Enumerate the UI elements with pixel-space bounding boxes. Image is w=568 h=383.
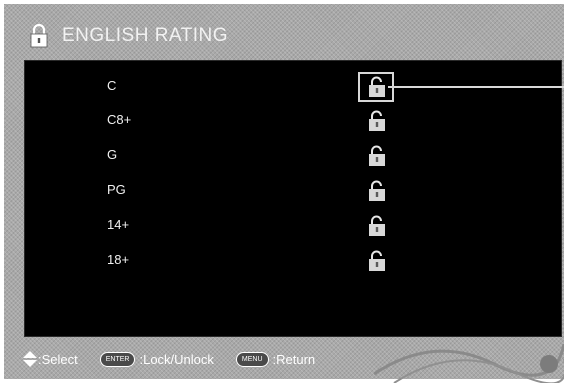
unlock-icon — [369, 180, 385, 201]
unlock-toggle[interactable] — [359, 142, 393, 170]
rating-row-pg[interactable]: PG — [25, 173, 561, 207]
unlock-icon — [369, 110, 385, 131]
up-down-arrows-icon — [23, 351, 37, 367]
lock-unlock-hint: ENTER :Lock/Unlock — [99, 351, 214, 367]
unlock-icon — [369, 215, 385, 236]
return-hint: MENU :Return — [235, 351, 316, 367]
rating-label: C8+ — [107, 112, 132, 127]
unlock-icon — [369, 76, 385, 97]
unlock-toggle[interactable] — [359, 107, 393, 135]
page-title: ENGLISH RATING — [62, 25, 229, 46]
menu-header: ENGLISH RATING — [28, 22, 228, 50]
lock-icon — [30, 23, 48, 48]
rating-row-18plus[interactable]: 18+ — [25, 243, 561, 277]
unlock-icon — [369, 250, 385, 271]
rating-label: 14+ — [107, 217, 130, 232]
rating-label: C — [107, 78, 117, 93]
rating-row-g[interactable]: G — [25, 138, 561, 172]
rating-label: PG — [107, 182, 126, 197]
select-hint-label: :Select — [38, 351, 78, 367]
tv-menu-screen: ENGLISH RATING C C8+ G PG 14+ 18+:Selec… — [4, 4, 564, 383]
return-hint-label: :Return — [272, 351, 316, 367]
unlock-toggle[interactable] — [359, 247, 393, 275]
rating-list: C C8+ G PG 14+ 18+ — [24, 60, 562, 337]
rating-row-c8plus[interactable]: C8+ — [25, 103, 561, 137]
rating-label: G — [107, 147, 118, 162]
hint-bar: :Select ENTER :Lock/Unlock MENU :Return — [22, 348, 337, 370]
select-hint: :Select — [22, 350, 78, 368]
callout-line — [388, 86, 564, 88]
rating-row-14plus[interactable]: 14+ — [25, 208, 561, 242]
unlock-toggle[interactable] — [359, 212, 393, 240]
unlock-icon — [369, 145, 385, 166]
enter-key-icon: ENTER — [99, 351, 136, 367]
lock-unlock-hint-label: :Lock/Unlock — [139, 351, 214, 367]
rating-label: 18+ — [107, 252, 130, 267]
decorative-curves — [374, 343, 564, 383]
unlock-toggle[interactable] — [359, 177, 393, 205]
menu-key-icon: MENU — [235, 351, 269, 367]
